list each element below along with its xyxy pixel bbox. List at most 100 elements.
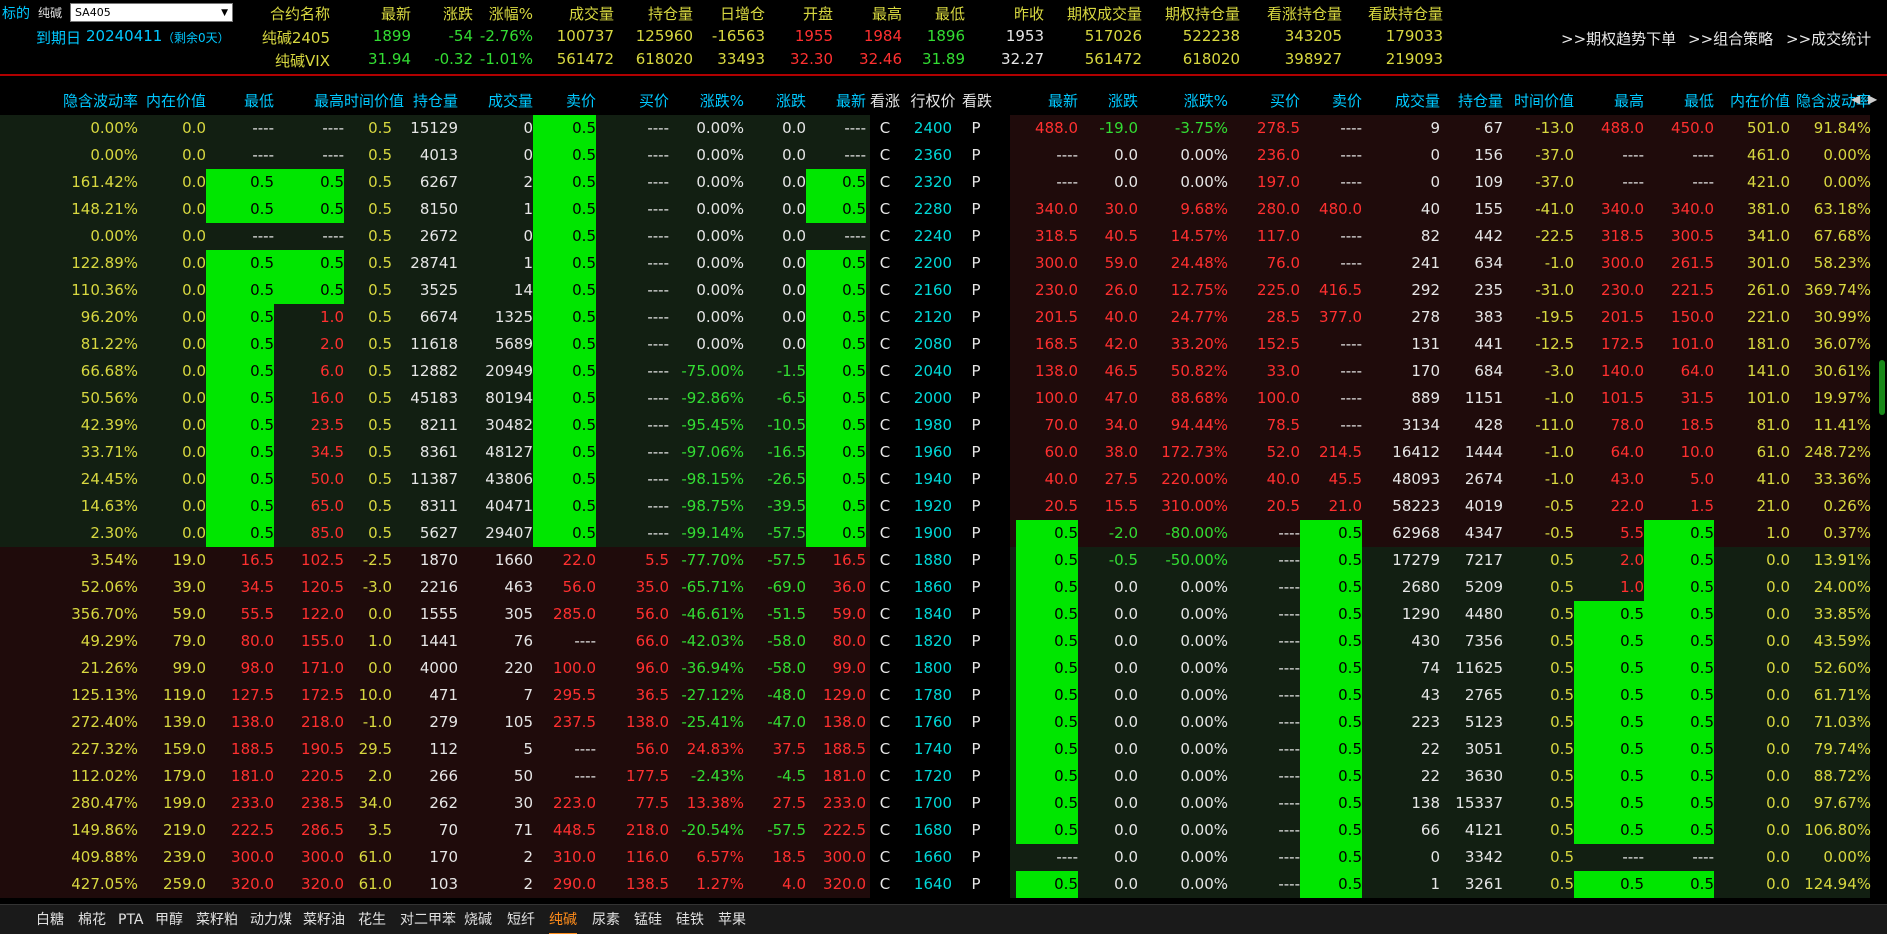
cell-strike[interactable]: 1760 — [904, 709, 962, 736]
cell-put-flag[interactable]: P — [962, 682, 990, 709]
cell-put-iv[interactable]: 33.85% — [1790, 601, 1871, 628]
cell-call-volume[interactable]: 5689 — [458, 331, 533, 358]
cell-put-ask[interactable]: 0.5 — [1300, 520, 1362, 547]
col-header-call-ask[interactable]: 卖价 — [533, 88, 596, 115]
cell-put-time-value[interactable]: 0.5 — [1503, 817, 1574, 844]
cell-call-ask[interactable]: 22.0 — [533, 547, 596, 574]
cell-call-intrinsic[interactable]: 0.0 — [138, 169, 206, 196]
cell-call-low[interactable]: 0.5 — [206, 196, 274, 223]
cell-put-high[interactable]: ---- — [1574, 844, 1644, 871]
cell-call-volume[interactable]: 43806 — [458, 466, 533, 493]
cell-put-ask[interactable]: ---- — [1300, 412, 1362, 439]
cell-call-volume[interactable]: 0 — [458, 115, 533, 142]
cell-call-last[interactable]: ---- — [806, 115, 866, 142]
cell-call-change-pct[interactable]: 6.57% — [669, 844, 744, 871]
cell-put-change-pct[interactable]: 12.75% — [1138, 277, 1228, 304]
cell-put-flag[interactable]: P — [962, 493, 990, 520]
cell-call-last[interactable]: 0.5 — [806, 331, 866, 358]
cell-call-flag[interactable]: C — [866, 520, 904, 547]
cell-put-oi[interactable]: 11625 — [1440, 655, 1503, 682]
cell-put-high[interactable]: 2.0 — [1574, 547, 1644, 574]
cell-call-intrinsic[interactable]: 159.0 — [138, 736, 206, 763]
cell-call-volume[interactable]: 0 — [458, 223, 533, 250]
cell-call-change-pct[interactable]: -27.12% — [669, 682, 744, 709]
cell-put-last[interactable]: 20.5 — [1016, 493, 1078, 520]
cell-call-change[interactable]: 0.0 — [744, 223, 806, 250]
cell-call-time-value[interactable]: 3.5 — [344, 817, 392, 844]
cell-put-intrinsic[interactable]: 221.0 — [1714, 304, 1790, 331]
cell-put-iv[interactable]: 43.59% — [1790, 628, 1871, 655]
cell-put-high[interactable]: 0.5 — [1574, 655, 1644, 682]
col-header-put-last[interactable]: 最新 — [1016, 88, 1078, 115]
table-row[interactable]: 427.05% 259.0 320.0 320.0 61.0 103 2 290.0 138.5… — [0, 871, 1887, 898]
cell-put-ask[interactable]: 21.0 — [1300, 493, 1362, 520]
cell-put-ask[interactable]: ---- — [1300, 250, 1362, 277]
tab-2[interactable]: PTA — [118, 905, 143, 934]
cell-call-flag[interactable]: C — [866, 493, 904, 520]
cell-put-low[interactable]: 0.5 — [1644, 790, 1714, 817]
cell-strike[interactable]: 1860 — [904, 574, 962, 601]
cell-put-bid[interactable]: 20.5 — [1228, 493, 1300, 520]
cell-put-volume[interactable]: 43 — [1362, 682, 1440, 709]
col-header-call-low[interactable]: 最低 — [206, 88, 274, 115]
cell-put-time-value[interactable]: 0.5 — [1503, 601, 1574, 628]
cell-put-intrinsic[interactable]: 41.0 — [1714, 466, 1790, 493]
cell-call-oi[interactable]: 1555 — [392, 601, 458, 628]
cell-put-iv[interactable]: 71.03% — [1790, 709, 1871, 736]
cell-put-last[interactable]: 168.5 — [1016, 331, 1078, 358]
col-header-put-change-pct[interactable]: 涨跌% — [1138, 88, 1228, 115]
table-row[interactable]: 96.20% 0.0 0.5 1.0 0.5 6674 1325 0.5 ---- 0.00% 0.… — [0, 304, 1887, 331]
cell-put-intrinsic[interactable]: 501.0 — [1714, 115, 1790, 142]
cell-put-volume[interactable]: 223 — [1362, 709, 1440, 736]
cell-strike[interactable]: 1720 — [904, 763, 962, 790]
cell-call-last[interactable]: 0.5 — [806, 385, 866, 412]
col-header-put-change[interactable]: 涨跌 — [1078, 88, 1138, 115]
cell-call-volume[interactable]: 0 — [458, 142, 533, 169]
cell-call-volume[interactable]: 14 — [458, 277, 533, 304]
cell-put-change-pct[interactable]: 0.00% — [1138, 817, 1228, 844]
cell-call-volume[interactable]: 1 — [458, 196, 533, 223]
cell-call-ask[interactable]: 290.0 — [533, 871, 596, 898]
col-header-put-flag[interactable]: 看跌 — [962, 88, 992, 115]
cell-put-time-value[interactable]: 0.5 — [1503, 628, 1574, 655]
cell-put-change-pct[interactable]: 0.00% — [1138, 601, 1228, 628]
cell-put-change[interactable]: 0.0 — [1078, 790, 1138, 817]
cell-call-change[interactable]: -47.0 — [744, 709, 806, 736]
cell-strike[interactable]: 1960 — [904, 439, 962, 466]
cell-put-flag[interactable]: P — [962, 223, 990, 250]
cell-put-oi[interactable]: 684 — [1440, 358, 1503, 385]
cell-call-intrinsic[interactable]: 99.0 — [138, 655, 206, 682]
cell-call-bid[interactable]: ---- — [596, 385, 669, 412]
cell-call-oi[interactable]: 8361 — [392, 439, 458, 466]
cell-put-oi[interactable]: 4121 — [1440, 817, 1503, 844]
cell-call-time-value[interactable]: 0.5 — [344, 223, 392, 250]
cell-call-bid[interactable]: 36.5 — [596, 682, 669, 709]
cell-put-low[interactable]: ---- — [1644, 844, 1714, 871]
cell-call-volume[interactable]: 7 — [458, 682, 533, 709]
table-row[interactable]: 280.47% 199.0 233.0 238.5 34.0 262 30 223.0 77.5… — [0, 790, 1887, 817]
cell-call-oi[interactable]: 12882 — [392, 358, 458, 385]
cell-put-iv[interactable]: 11.41% — [1790, 412, 1871, 439]
cell-call-last[interactable]: 0.5 — [806, 466, 866, 493]
cell-call-change[interactable]: 0.0 — [744, 250, 806, 277]
cell-put-ask[interactable]: ---- — [1300, 223, 1362, 250]
cell-put-bid[interactable]: ---- — [1228, 709, 1300, 736]
cell-call-iv[interactable]: 110.36% — [52, 277, 138, 304]
cell-strike[interactable]: 2280 — [904, 196, 962, 223]
cell-put-high[interactable]: 300.0 — [1574, 250, 1644, 277]
cell-put-flag[interactable]: P — [962, 115, 990, 142]
cell-put-change-pct[interactable]: 0.00% — [1138, 574, 1228, 601]
tab-11[interactable]: 纯碱 — [549, 905, 577, 934]
cell-call-ask[interactable]: 0.5 — [533, 277, 596, 304]
cell-put-last[interactable]: 318.5 — [1016, 223, 1078, 250]
cell-call-change-pct[interactable]: -20.54% — [669, 817, 744, 844]
cell-call-change-pct[interactable]: -99.14% — [669, 520, 744, 547]
cell-put-time-value[interactable]: -1.0 — [1503, 250, 1574, 277]
cell-call-last[interactable]: 0.5 — [806, 277, 866, 304]
cell-put-high[interactable]: 0.5 — [1574, 682, 1644, 709]
cell-call-change[interactable]: -57.5 — [744, 817, 806, 844]
cell-put-intrinsic[interactable]: 0.0 — [1714, 547, 1790, 574]
cell-put-low[interactable]: 0.5 — [1644, 574, 1714, 601]
col-header-put-high[interactable]: 最高 — [1574, 88, 1644, 115]
cell-put-volume[interactable]: 58223 — [1362, 493, 1440, 520]
